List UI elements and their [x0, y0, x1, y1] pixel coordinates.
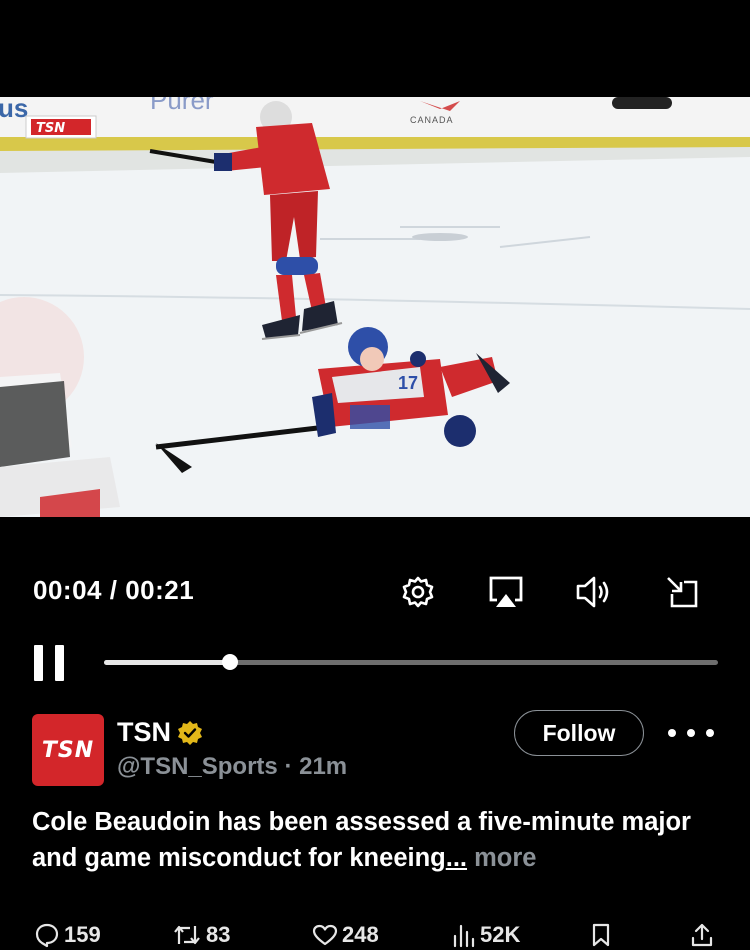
time-separator: /: [109, 575, 118, 605]
volume-icon: [576, 576, 609, 608]
views-icon: [453, 924, 475, 948]
airplay-button[interactable]: [486, 572, 526, 612]
meta-dot: ·: [284, 753, 293, 780]
settings-icon: [402, 576, 434, 608]
view-count: 52K: [480, 922, 521, 947]
repost-button[interactable]: 83: [172, 922, 230, 948]
show-more-link[interactable]: more: [474, 844, 536, 872]
reply-count: 159: [64, 922, 101, 947]
verified-badge-icon: [178, 720, 202, 745]
heart-icon: [312, 924, 338, 946]
reply-button[interactable]: 159: [34, 922, 101, 948]
author-name[interactable]: TSN: [117, 717, 171, 748]
jersey-number: 17: [398, 373, 418, 393]
tweet-ellipsis: ...: [445, 844, 468, 872]
current-time: 00:04: [33, 575, 102, 605]
tweet-text: Cole Beaudoin has been assessed a five-m…: [32, 804, 722, 876]
more-options-button[interactable]: [668, 718, 714, 748]
more-dot: [687, 729, 695, 737]
repost-count: 83: [206, 922, 231, 947]
seek-bar-progress: [104, 660, 230, 665]
pause-button[interactable]: [34, 645, 70, 681]
author-name-row[interactable]: TSN: [117, 717, 203, 748]
post-time[interactable]: 21m: [299, 753, 347, 780]
like-count: 248: [342, 922, 379, 947]
seek-bar[interactable]: [104, 654, 718, 670]
like-button[interactable]: 248: [312, 922, 379, 948]
tsn-bug: TSN: [25, 115, 97, 139]
follow-button[interactable]: Follow: [514, 710, 644, 756]
pause-icon: [34, 645, 43, 681]
duration: 00:21: [125, 575, 195, 605]
avatar-logo-text: TSN: [41, 737, 95, 763]
airplay-icon: [489, 576, 523, 607]
time-display: 00:04 / 00:21: [33, 575, 194, 606]
author-handle[interactable]: @TSN_Sports: [117, 753, 278, 780]
bookmark-button[interactable]: [590, 922, 612, 948]
board-text-left: us: [0, 97, 28, 123]
pause-icon-bar: [55, 645, 64, 681]
board-text-mid: Purer: [150, 97, 214, 115]
volume-button[interactable]: [574, 572, 614, 612]
board-text-canada: CANADA: [410, 115, 454, 125]
reply-icon: [35, 923, 59, 948]
repost-icon: [174, 925, 200, 945]
exit-fullscreen-button[interactable]: [662, 572, 702, 612]
seek-thumb[interactable]: [221, 654, 238, 670]
more-dot: [668, 729, 676, 737]
share-button[interactable]: [690, 922, 714, 948]
bookmark-icon: [592, 923, 610, 947]
video-frame[interactable]: us Purer CANADA TSN 17: [0, 97, 750, 517]
handle-row: @TSN_Sports · 21m: [117, 753, 347, 781]
share-icon: [691, 923, 713, 947]
settings-button[interactable]: [398, 572, 438, 612]
avatar[interactable]: TSN: [32, 714, 104, 786]
more-dot: [706, 729, 714, 737]
exit-fullscreen-icon: [667, 577, 698, 608]
tweet-body: Cole Beaudoin has been assessed a five-m…: [32, 808, 691, 872]
views-button[interactable]: 52K: [452, 922, 520, 948]
svg-text:TSN: TSN: [36, 121, 65, 136]
